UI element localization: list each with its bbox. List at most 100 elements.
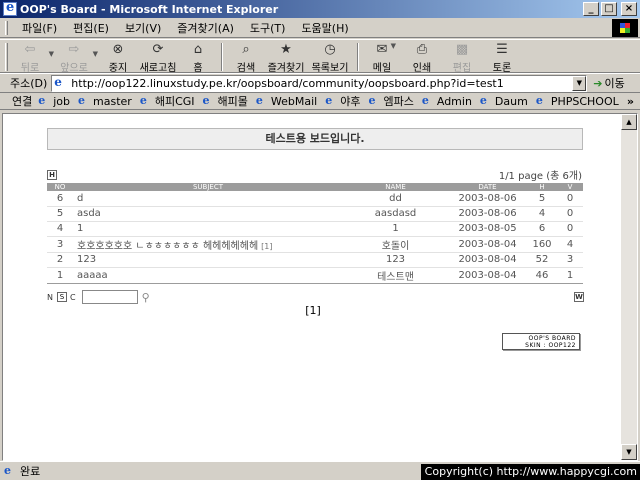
row-subject[interactable]: 호호호호호호 ㄴㅎㅎㅎㅎㅎㅎ 헤헤헤헤헤헤 [77, 241, 258, 252]
status-text: 완료 [20, 465, 41, 478]
link-page-icon: e [139, 94, 147, 107]
search-name-option[interactable]: N [47, 293, 53, 302]
edit-button[interactable]: ▩ 편집 [444, 40, 480, 74]
pagination[interactable]: [1] [3, 304, 623, 317]
row-date: 2003-08-06 [448, 191, 527, 207]
scroll-up-icon[interactable]: ▲ [621, 114, 637, 130]
menu-grip [5, 20, 8, 35]
close-button[interactable]: × [621, 2, 637, 16]
address-url[interactable]: http://oop122.linuxstudy.pe.kr/oopsboard… [71, 77, 572, 90]
row-votes: 0 [557, 206, 583, 222]
link-happymall[interactable]: e 해피몰 [203, 93, 248, 109]
toolbar-separator [221, 43, 223, 71]
refresh-button[interactable]: ⟳ 새로고침 [136, 40, 180, 74]
row-name[interactable]: aasdasd [343, 206, 448, 222]
row-subject[interactable]: d [77, 193, 83, 204]
link-label: 야후 [340, 95, 361, 108]
stop-button[interactable]: ⊗ 중지 [100, 40, 136, 74]
row-date: 2003-08-05 [448, 221, 527, 237]
back-dropdown-icon[interactable]: ▼ [49, 50, 54, 58]
table-row[interactable]: 6 d dd 2003-08-06 5 0 [47, 191, 583, 207]
history-button[interactable]: ◷ 목록보기 [308, 40, 352, 74]
go-button[interactable]: ➔ 이동 [593, 75, 624, 91]
row-subject[interactable]: asda [77, 208, 101, 219]
favorites-button[interactable]: ★ 즐겨찾기 [264, 40, 308, 74]
discuss-button[interactable]: ☰ 토론 [484, 40, 520, 74]
link-page-icon: e [38, 94, 46, 107]
search-input[interactable] [81, 290, 138, 304]
row-votes: 1 [557, 267, 583, 284]
menu-edit[interactable]: 편집(E) [65, 20, 117, 36]
menu-bar: 파일(F) 편집(E) 보기(V) 즐겨찾기(A) 도구(T) 도움말(H) [0, 18, 640, 38]
vertical-scrollbar[interactable]: ▲ ▼ [621, 114, 637, 460]
links-more-chevron-icon[interactable]: » [627, 95, 634, 108]
row-subject[interactable]: 1 [77, 223, 83, 234]
search-button[interactable]: ⌕ 검색 [228, 40, 264, 74]
link-page-icon: e [255, 94, 263, 107]
maximize-button[interactable]: □ [601, 2, 617, 16]
table-row[interactable]: 4 1 1 2003-08-05 6 0 [47, 221, 583, 237]
address-dropdown-icon[interactable]: ▼ [572, 75, 587, 91]
mail-dropdown-icon[interactable]: ▼ [391, 42, 396, 50]
board-home-icon[interactable]: H [47, 170, 57, 180]
link-phpschool[interactable]: e PHPSCHOOL [536, 95, 619, 108]
menu-favorites[interactable]: 즐겨찾기(A) [169, 20, 242, 36]
windows-logo-icon [612, 18, 638, 37]
mail-button[interactable]: ✉ 메일 ▼ [364, 40, 400, 74]
toolbar-grip [5, 43, 8, 71]
row-name[interactable]: 테스트맨 [343, 267, 448, 284]
row-subject-link[interactable]: 호호호호호호 ㄴㅎㅎㅎㅎㅎㅎ 헤헤헤헤헤헤 [1] [73, 236, 343, 253]
row-subject-link[interactable]: aaaaa [73, 267, 343, 284]
menu-view[interactable]: 보기(V) [117, 20, 169, 36]
table-row[interactable]: 1 aaaaa 테스트맨 2003-08-04 46 1 [47, 267, 583, 284]
menu-help[interactable]: 도움말(H) [293, 20, 356, 36]
menu-tools[interactable]: 도구(T) [242, 20, 294, 36]
row-name[interactable]: dd [343, 191, 448, 207]
link-yahoo[interactable]: e 야후 [325, 93, 360, 109]
row-subject[interactable]: aaaaa [77, 270, 108, 281]
menu-file[interactable]: 파일(F) [14, 20, 65, 36]
row-subject[interactable]: 123 [77, 254, 96, 265]
home-button[interactable]: ⌂ 홈 [180, 40, 216, 74]
scroll-down-icon[interactable]: ▼ [621, 444, 637, 460]
forward-label: 앞으로 [60, 63, 88, 74]
search-subject-option[interactable]: S [56, 292, 67, 302]
link-label: master [93, 94, 132, 108]
link-empas[interactable]: e 엠파스 [368, 93, 413, 109]
minimize-button[interactable]: _ [583, 2, 599, 16]
search-icon[interactable]: ⚲ [142, 291, 150, 304]
row-subject-link[interactable]: 1 [73, 221, 343, 237]
row-subject-link[interactable]: asda [73, 206, 343, 222]
row-subject-link[interactable]: 123 [73, 252, 343, 268]
link-job[interactable]: e job [38, 95, 70, 108]
row-hits: 160 [527, 236, 557, 253]
table-row[interactable]: 3 호호호호호호 ㄴㅎㅎㅎㅎㅎㅎ 헤헤헤헤헤헤 [1] 호돌이 2003-08-0… [47, 236, 583, 253]
refresh-label: 새로고침 [139, 63, 177, 74]
search-content-option[interactable]: C [70, 293, 76, 302]
stop-label: 중지 [108, 63, 128, 74]
link-page-icon: e [535, 94, 543, 107]
table-row[interactable]: 5 asda aasdasd 2003-08-06 4 0 [47, 206, 583, 222]
link-happycgi[interactable]: e 해피CGI [140, 93, 195, 109]
favorites-label: 즐겨찾기 [267, 63, 305, 74]
forward-button[interactable]: ⇨ 앞으로 ▼ [56, 40, 98, 74]
page-info: 1/1 page (총 6개) [498, 171, 582, 182]
link-admin[interactable]: e Admin [422, 95, 472, 108]
link-webmail[interactable]: e WebMail [256, 95, 317, 108]
row-name[interactable]: 1 [343, 221, 448, 237]
table-row[interactable]: 2 123 123 2003-08-04 52 3 [47, 252, 583, 268]
row-subject-link[interactable]: d [73, 191, 343, 207]
edit-icon: ▩ [455, 42, 469, 57]
back-button[interactable]: ⇦ 뒤로 ▼ [12, 40, 54, 74]
forward-dropdown-icon[interactable]: ▼ [93, 50, 98, 58]
print-button[interactable]: ⎙ 인쇄 [404, 40, 440, 74]
address-field[interactable]: e http://oop122.linuxstudy.pe.kr/oopsboa… [51, 74, 588, 92]
copyright-overlay: Copyright(c) http://www.happycgi.com [420, 464, 640, 480]
write-post-icon[interactable]: W [574, 292, 584, 302]
link-master[interactable]: e master [78, 95, 132, 108]
print-label: 인쇄 [412, 63, 432, 74]
edit-label: 편집 [452, 63, 472, 74]
row-name[interactable]: 123 [343, 252, 448, 268]
link-daum[interactable]: e Daum [480, 95, 528, 108]
row-name[interactable]: 호돌이 [343, 236, 448, 253]
